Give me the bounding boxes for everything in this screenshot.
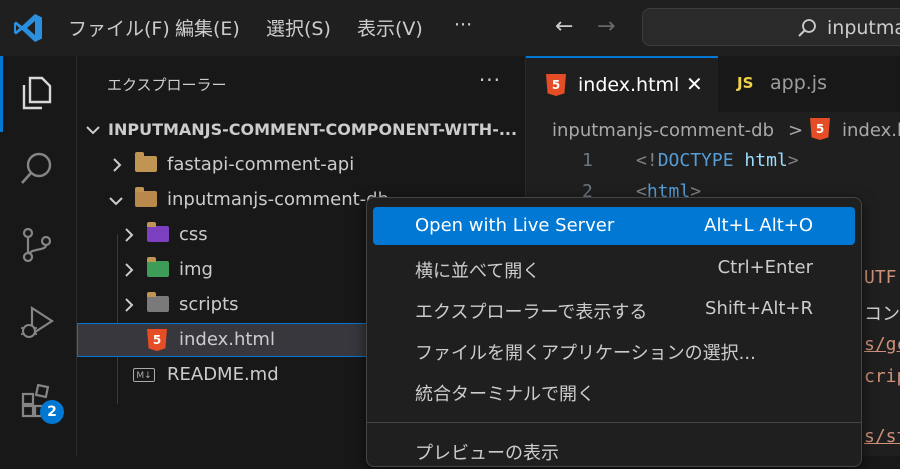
breadcrumb-separator: >: [788, 120, 804, 141]
menu-item-open-with[interactable]: ファイルを開くアプリケーションの選択...: [373, 331, 855, 369]
menu-item-label: エクスプローラーで表示する: [415, 302, 648, 323]
activity-bar: 2: [0, 56, 77, 456]
explorer-files-icon[interactable]: [18, 74, 56, 112]
menu-selection[interactable]: 選択(S): [266, 14, 331, 41]
tree-item-label: README.md: [167, 364, 279, 385]
js-icon: JS: [737, 74, 754, 92]
menu-edit[interactable]: 編集(E): [175, 14, 240, 41]
tab-label: app.js: [770, 72, 827, 94]
menu-item-open-in-terminal[interactable]: 統合ターミナルで開く: [373, 372, 855, 410]
code-fragment: コン: [864, 304, 900, 325]
active-indicator: [0, 56, 3, 132]
explorer-more-button[interactable]: ···: [479, 68, 501, 92]
tab-app-js[interactable]: JS app.js: [719, 56, 900, 112]
code-line: <!DOCTYPE html>: [636, 150, 799, 171]
line-number: 1: [582, 150, 593, 171]
menu-item-label: 統合ターミナルで開く: [415, 384, 595, 405]
code-token: >: [787, 150, 799, 171]
chevron-right-icon: [125, 263, 134, 277]
forward-arrow-icon[interactable]: →: [597, 14, 615, 39]
tab-bar: 5 index.html ✕ JS app.js: [526, 56, 900, 112]
tree-item-label: inputmanjs-comment-db: [167, 189, 390, 210]
tree-item-label: fastapi-comment-api: [167, 154, 355, 175]
breadcrumb-item[interactable]: inputmanjs-comment-db: [552, 120, 774, 141]
menu-more-button[interactable]: ···: [454, 14, 472, 36]
code-token: DOCTYPE: [657, 150, 734, 171]
markdown-icon: M↓: [133, 368, 155, 382]
html5-icon: 5: [546, 74, 566, 96]
code-token: <!: [636, 150, 658, 171]
run-debug-icon[interactable]: [18, 304, 56, 342]
folder-open-icon: [135, 187, 157, 207]
tree-root-label: INPUTMANJS-COMMENT-COMPONENT-WITH-...: [108, 120, 518, 139]
tree-item-label: css: [179, 224, 208, 245]
extensions-badge: 2: [40, 400, 64, 424]
chevron-right-icon: [125, 228, 134, 242]
folder-icon: [135, 152, 157, 172]
menu-item-reveal-in-explorer[interactable]: エクスプローラーで表示する Shift+Alt+R: [373, 290, 855, 328]
breadcrumb-item[interactable]: index.h: [842, 120, 900, 141]
search-icon: [798, 19, 816, 37]
menu-item-shortcut: Shift+Alt+R: [705, 298, 813, 319]
tab-label: index.html: [578, 74, 680, 96]
menu-item-open-to-side[interactable]: 横に並べて開く Ctrl+Enter: [373, 249, 855, 287]
context-menu: Open with Live Server Alt+L Alt+O 横に並べて開…: [366, 197, 862, 467]
css-folder-icon: [147, 222, 169, 242]
code-token: html: [744, 150, 788, 171]
menu-item-open-with-live-server[interactable]: Open with Live Server Alt+L Alt+O: [373, 207, 855, 245]
chevron-down-icon: [109, 197, 123, 206]
menu-separator: [367, 422, 861, 423]
menu-item-label: Open with Live Server: [415, 215, 615, 236]
code-fragment: s/st: [864, 426, 900, 447]
chevron-right-icon: [125, 298, 134, 312]
close-icon[interactable]: ✕: [686, 72, 703, 96]
chevron-down-icon: [86, 126, 100, 135]
tree-root-folder[interactable]: INPUTMANJS-COMMENT-COMPONENT-WITH-...: [77, 112, 525, 146]
menu-item-label: ファイルを開くアプリケーションの選択...: [415, 343, 756, 364]
html5-icon: 5: [147, 329, 167, 351]
image-folder-icon: [147, 257, 169, 277]
search-text: inputman: [827, 17, 900, 39]
menu-file[interactable]: ファイル(F): [68, 14, 170, 41]
menu-item-label: 横に並べて開く: [415, 261, 541, 282]
tab-index-html[interactable]: 5 index.html ✕: [526, 56, 718, 112]
tree-item-label: index.html: [179, 329, 275, 350]
menu-item-open-preview[interactable]: プレビューの表示: [373, 431, 855, 469]
chevron-right-icon: [113, 158, 122, 172]
command-center-search[interactable]: inputman: [642, 8, 900, 46]
tree-item-label: img: [179, 259, 213, 280]
code-fragment: UTF: [864, 267, 897, 288]
menu-item-label: プレビューの表示: [415, 443, 559, 464]
title-bar: ファイル(F) 編集(E) 選択(S) 表示(V) ··· ← → inputm…: [0, 0, 900, 56]
back-arrow-icon[interactable]: ←: [555, 14, 573, 39]
html5-icon: 5: [810, 118, 830, 140]
source-control-icon[interactable]: [18, 226, 56, 264]
breadcrumb: inputmanjs-comment-db > 5 index.h: [526, 112, 900, 148]
tree-item-label: scripts: [179, 294, 239, 315]
scripts-folder-icon: [147, 292, 169, 312]
code-fragment: crip: [864, 366, 900, 387]
search-view-icon[interactable]: [18, 150, 56, 188]
menu-view[interactable]: 表示(V): [357, 14, 423, 41]
vscode-logo-icon[interactable]: [12, 12, 44, 44]
menu-item-shortcut: Alt+L Alt+O: [704, 215, 813, 236]
explorer-title: エクスプローラー: [107, 76, 227, 94]
menu-item-shortcut: Ctrl+Enter: [717, 257, 813, 278]
code-fragment: s/gc: [864, 334, 900, 355]
tree-item-fastapi-comment-api[interactable]: fastapi-comment-api: [77, 148, 525, 182]
